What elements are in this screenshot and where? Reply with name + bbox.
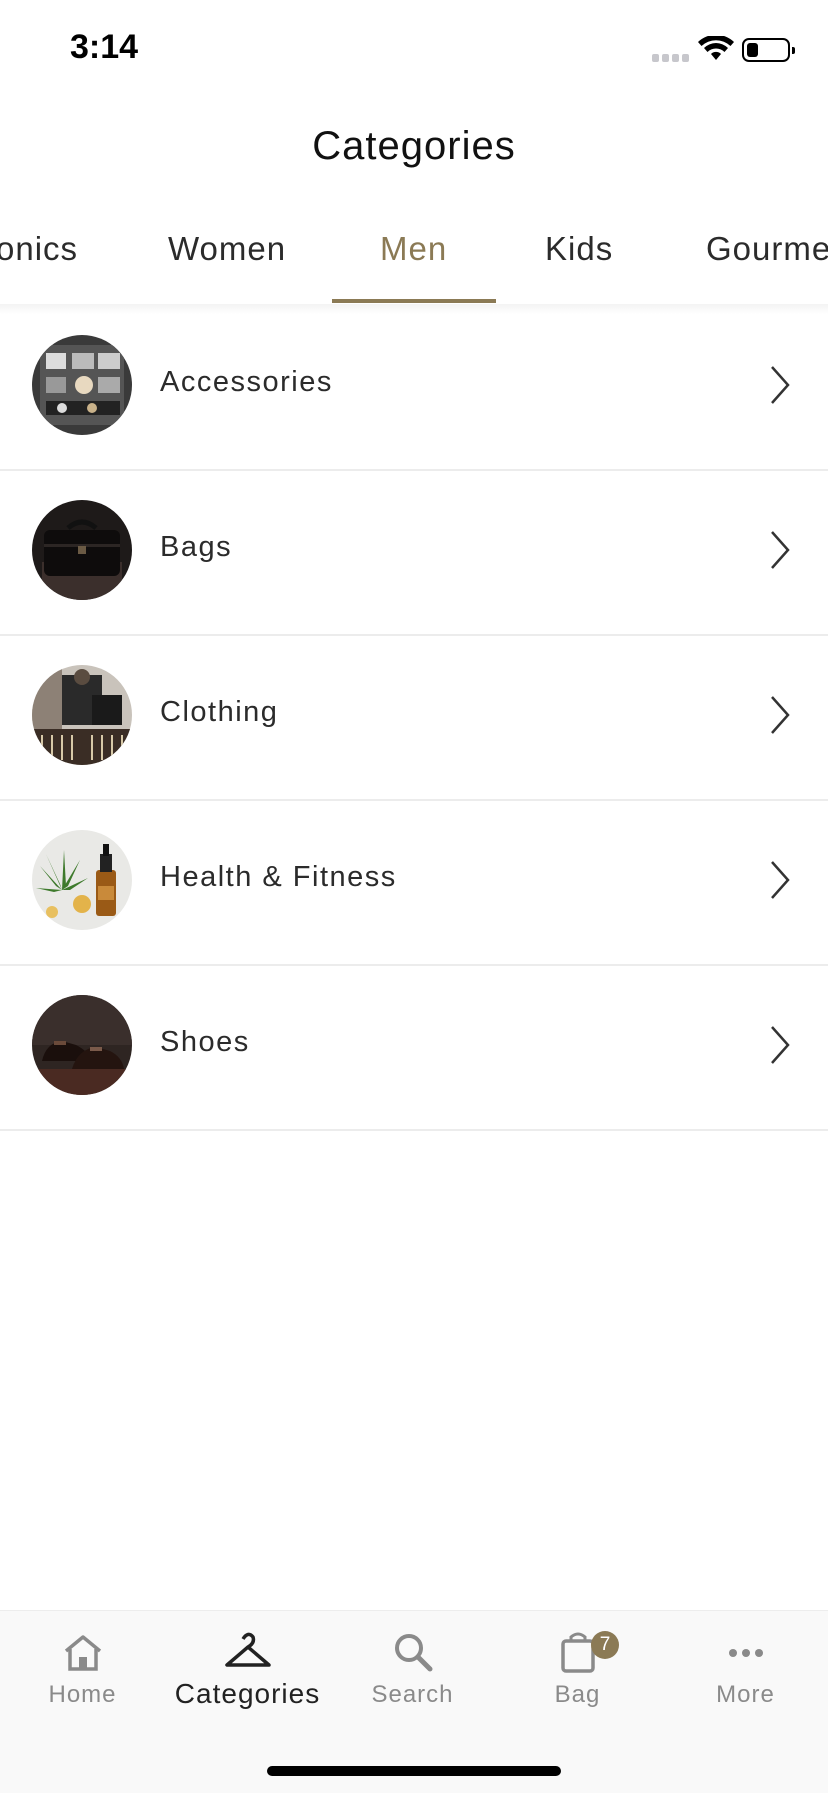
- category-item-bags[interactable]: Bags: [0, 471, 828, 636]
- health-fitness-thumbnail: [32, 830, 132, 930]
- wifi-icon: [698, 36, 734, 60]
- tabbar-label: More: [716, 1681, 775, 1708]
- category-label: Health & Fitness: [160, 861, 397, 893]
- category-item-shoes[interactable]: Shoes: [0, 966, 828, 1131]
- chevron-right-icon: [771, 696, 790, 734]
- chevron-right-icon: [771, 531, 790, 569]
- chevron-right-icon: [771, 366, 790, 404]
- tab-women[interactable]: Women: [168, 230, 286, 268]
- category-item-health-fitness[interactable]: Health & Fitness: [0, 801, 828, 966]
- tabbar-label: Search: [371, 1681, 454, 1708]
- category-label: Clothing: [160, 696, 279, 728]
- home-indicator: [267, 1766, 561, 1776]
- bags-thumbnail: [32, 500, 132, 600]
- more-dots-icon: [728, 1649, 763, 1657]
- status-bar: 3:14: [0, 0, 828, 100]
- tabbar-bag[interactable]: 7 Bag: [495, 1611, 660, 1731]
- category-label: Bags: [160, 531, 233, 563]
- chevron-right-icon: [771, 861, 790, 899]
- tabbar-label: Categories: [174, 1678, 321, 1709]
- shoes-thumbnail: [32, 995, 132, 1095]
- category-list: Accessories Bags Clothing Health & Fitne…: [0, 306, 828, 1131]
- tabbar-search[interactable]: Search: [330, 1611, 495, 1731]
- battery-icon: [742, 38, 795, 62]
- home-icon: [64, 1635, 101, 1671]
- hanger-icon: [224, 1632, 271, 1667]
- category-tabs: onics Women Men Kids Gourme: [0, 200, 828, 304]
- search-icon: [394, 1634, 432, 1672]
- tabbar-label: Home: [48, 1681, 117, 1708]
- tabbar-label: Bag: [554, 1681, 601, 1708]
- clothing-thumbnail: [32, 665, 132, 765]
- tabbar-more[interactable]: More: [663, 1611, 828, 1731]
- tabbar-categories[interactable]: Categories: [165, 1611, 330, 1731]
- category-label: Shoes: [160, 1026, 250, 1058]
- accessories-thumbnail: [32, 335, 132, 435]
- category-label: Accessories: [160, 366, 333, 398]
- active-tab-indicator: [332, 299, 496, 303]
- tab-men[interactable]: Men: [380, 230, 447, 268]
- category-item-accessories[interactable]: Accessories: [0, 306, 828, 471]
- category-item-clothing[interactable]: Clothing: [0, 636, 828, 801]
- tab-electronics[interactable]: onics: [0, 230, 78, 268]
- chevron-right-icon: [771, 1026, 790, 1064]
- tab-gourmet[interactable]: Gourme: [706, 230, 828, 268]
- bag-count-badge: 7: [591, 1631, 619, 1659]
- signal-strength-icon: [652, 54, 689, 62]
- tab-kids[interactable]: Kids: [545, 230, 613, 268]
- status-time: 3:14: [70, 28, 139, 66]
- tabbar-home[interactable]: Home: [0, 1611, 165, 1731]
- page-title: Categories: [312, 124, 516, 168]
